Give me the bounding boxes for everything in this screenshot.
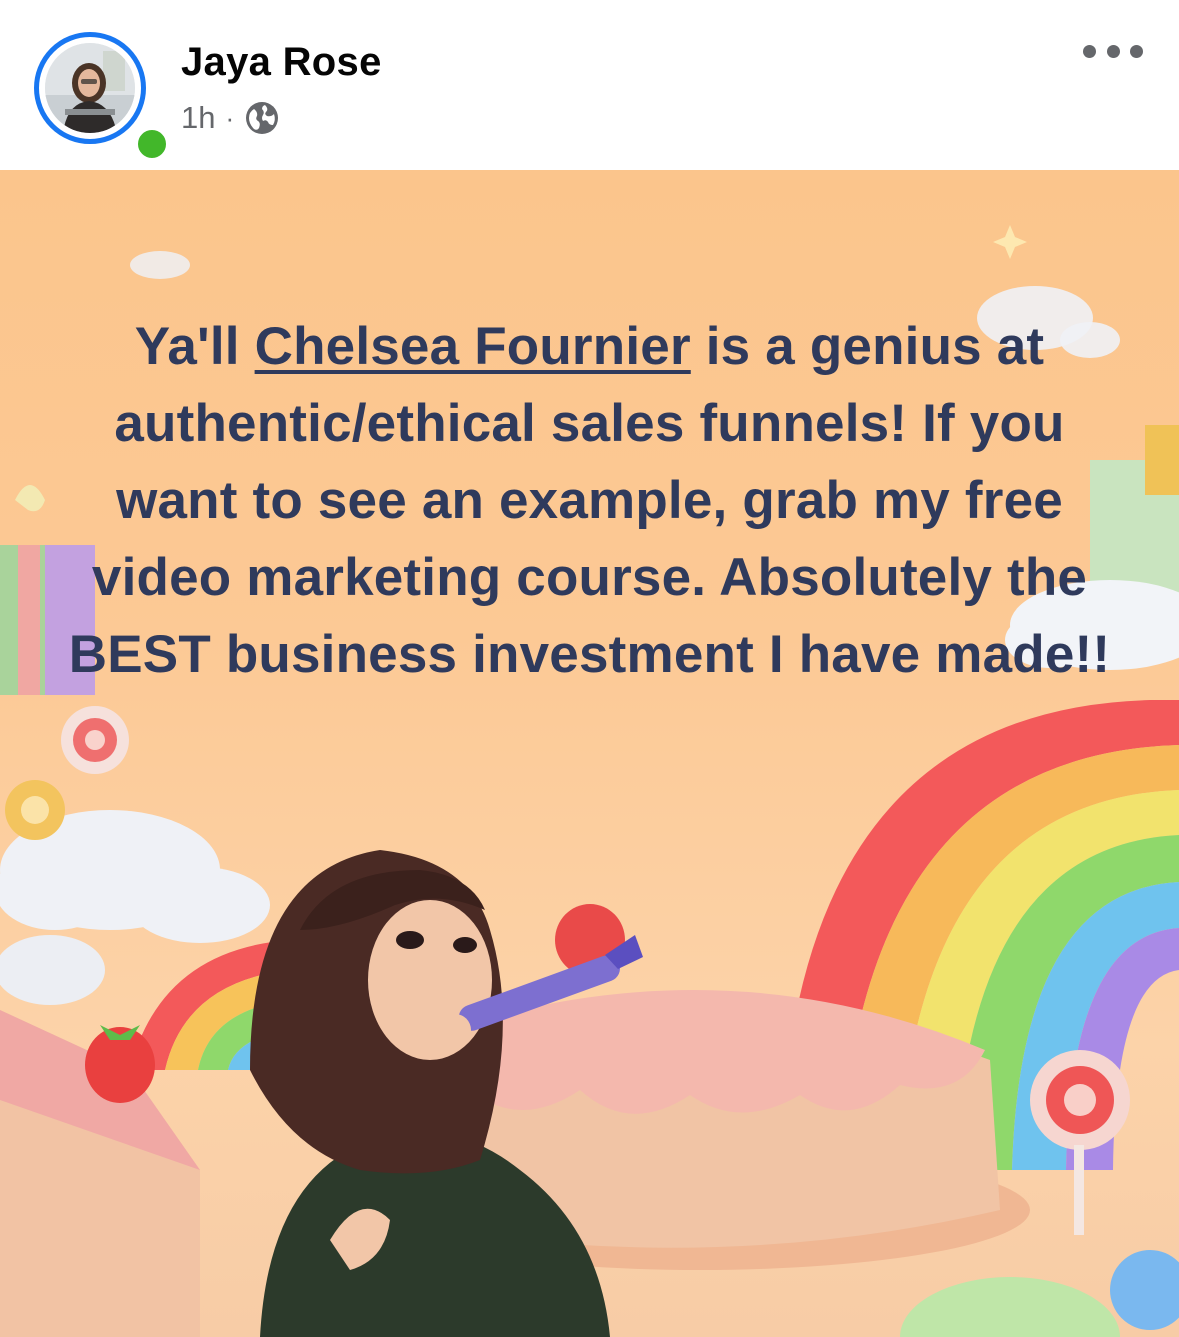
post-meta: 1h · bbox=[181, 96, 280, 140]
post-header: Jaya Rose 1h · bbox=[0, 0, 1179, 170]
avatar-photo bbox=[45, 43, 135, 133]
globe-icon[interactable] bbox=[244, 100, 280, 136]
post-text-lead: Ya'll bbox=[134, 317, 255, 376]
more-options-button[interactable] bbox=[1083, 34, 1143, 68]
mention-link[interactable]: Chelsea Fournier bbox=[255, 317, 691, 376]
post-text: Ya'll Chelsea Fournier is a genius at au… bbox=[60, 308, 1119, 693]
post-content[interactable]: Ya'll Chelsea Fournier is a genius at au… bbox=[0, 170, 1179, 1337]
online-status-indicator bbox=[134, 126, 170, 162]
more-dot-icon bbox=[1130, 44, 1143, 58]
meta-separator: · bbox=[225, 102, 235, 133]
more-dot-icon bbox=[1083, 44, 1096, 58]
post-time[interactable]: 1h bbox=[181, 100, 215, 136]
author-name[interactable]: Jaya Rose bbox=[181, 40, 382, 85]
author-avatar[interactable] bbox=[34, 32, 170, 162]
more-dot-icon bbox=[1106, 44, 1120, 58]
